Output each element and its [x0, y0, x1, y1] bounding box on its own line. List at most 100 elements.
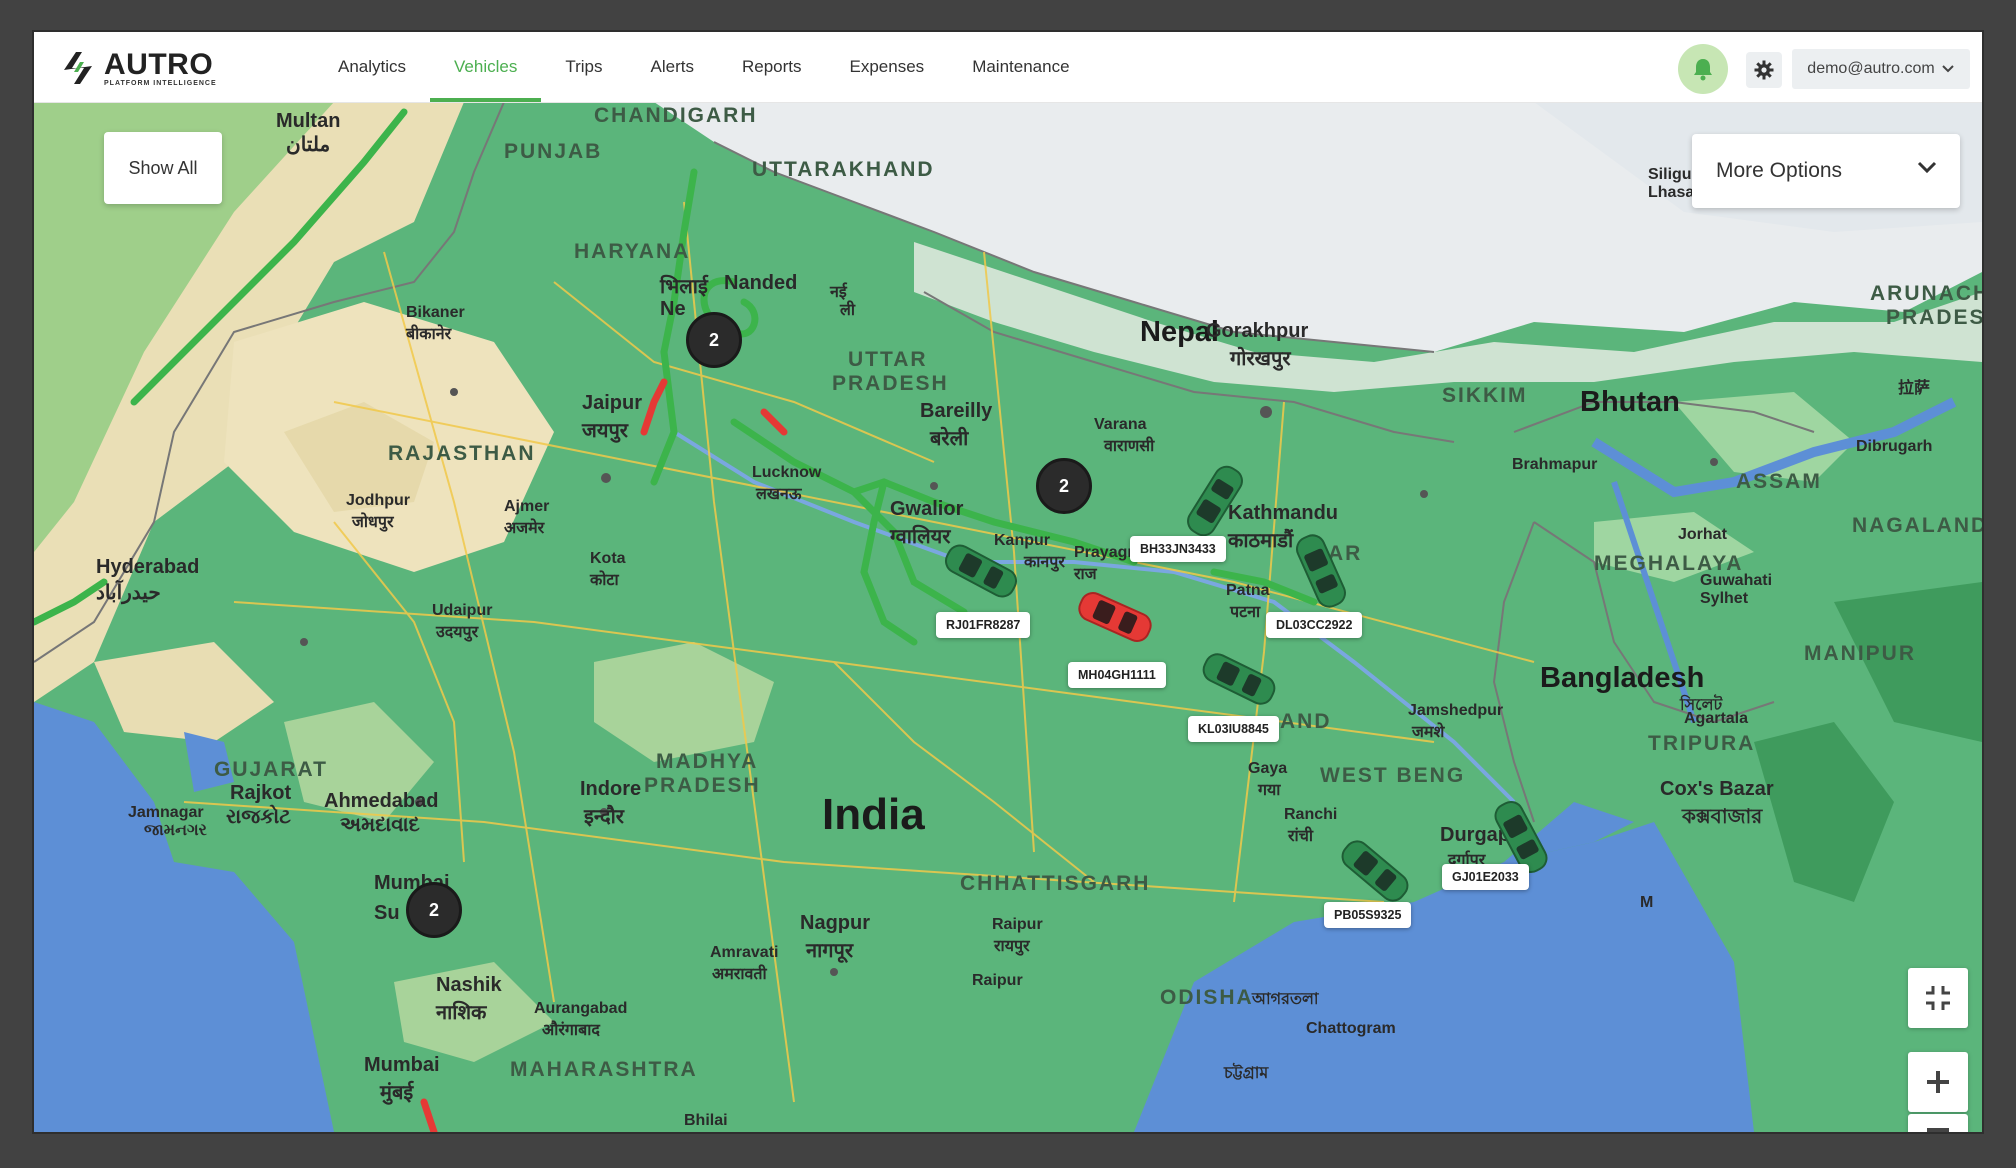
map-label: कोटा	[590, 572, 619, 589]
map-label: અમદાવાદ	[340, 814, 420, 836]
map-label: CHANDIGARH	[594, 104, 758, 127]
main-nav: Analytics Vehicles Trips Alerts Reports …	[314, 32, 1094, 102]
chevron-down-icon	[1917, 161, 1937, 174]
vehicle-plate-label[interactable]: RJ01FR8287	[936, 612, 1031, 638]
map-label: ASSAM	[1736, 470, 1822, 493]
map-label: GUJARAT	[214, 758, 328, 781]
map-label: চট্টগ্রাম	[1224, 1065, 1269, 1082]
map-label: Nashik	[436, 974, 502, 996]
map-label: TRIPURA	[1648, 732, 1756, 755]
map-label: राज	[1074, 566, 1097, 583]
map-label: Agartala	[1684, 710, 1749, 727]
show-all-button[interactable]: Show All	[104, 132, 222, 204]
map-label: જામનગર	[144, 822, 207, 839]
map-label: पटना	[1230, 604, 1261, 621]
app-window: AUTRO PLATFORM INTELLIGENCE Analytics Ve…	[34, 32, 1982, 1132]
map-label: रायपुर	[994, 938, 1030, 955]
vehicle-plate-label[interactable]: GJ01E2033	[1442, 864, 1529, 890]
map-label: Gorakhpur	[1206, 320, 1309, 342]
map-label: Indore	[580, 778, 642, 800]
brand-name: AUTRO	[104, 47, 214, 81]
nav-reports[interactable]: Reports	[718, 32, 826, 102]
map-label: AND	[1280, 710, 1332, 733]
map-label: Raipur	[972, 972, 1023, 989]
vehicle-plate-label[interactable]: PB05S9325	[1324, 902, 1412, 928]
map-label: जोधपुर	[352, 514, 394, 531]
map-label: Jorhat	[1678, 526, 1727, 543]
map-label: રાજકોટ	[226, 806, 291, 828]
map-label: حیدرآباد	[96, 582, 161, 604]
map-label: RAJASTHAN	[388, 442, 536, 465]
map-label: UTTAR	[848, 348, 928, 371]
map-label: কক্সবাজার	[1682, 806, 1763, 828]
vehicle-plate-label[interactable]: KL03IU8845	[1188, 716, 1279, 742]
vehicle-map[interactable]: Multan ملتان PUNJAB CHANDIGARH UTTARAKHA…	[34, 102, 1982, 1132]
vehicle-plate-label[interactable]: DL03CC2922	[1266, 612, 1363, 638]
fullscreen-button[interactable]	[1908, 968, 1968, 1028]
map-label-country: India	[822, 790, 925, 839]
vehicle-cluster[interactable]: 2	[406, 882, 462, 938]
brand-logo[interactable]: AUTRO PLATFORM INTELLIGENCE	[60, 48, 217, 88]
map-label: Gaya	[1248, 760, 1288, 777]
map-label: जमशे	[1412, 724, 1445, 741]
settings-button[interactable]	[1746, 52, 1782, 88]
map-label: Lhasa	[1648, 184, 1695, 201]
map-label: Ajmer	[504, 498, 550, 515]
map-label: Dibrugarh	[1856, 438, 1933, 455]
map-label: HARYANA	[574, 240, 691, 263]
map-label: M	[1640, 894, 1654, 911]
map-label: Jodhpur	[346, 492, 410, 509]
map-label: Raipur	[992, 916, 1043, 933]
map-label: 拉萨	[1898, 380, 1931, 397]
map-label: नागपूर	[806, 940, 854, 962]
map-label: Ahmedabad	[324, 790, 439, 812]
map-label: PRADESH	[832, 372, 949, 395]
map-label: Amravati	[710, 944, 779, 961]
minus-icon	[1927, 1128, 1949, 1132]
map-label: Nanded	[724, 272, 798, 294]
notifications-button[interactable]	[1678, 44, 1728, 94]
bell-icon	[1694, 59, 1712, 81]
zoom-out-button[interactable]	[1908, 1114, 1968, 1132]
map-label: Guwahati	[1700, 572, 1773, 589]
vehicle-plate-label[interactable]: BH33JN3433	[1130, 536, 1226, 562]
nav-alerts[interactable]: Alerts	[627, 32, 718, 102]
map-label: बरेली	[930, 428, 969, 450]
map-label: Jaipur	[582, 392, 643, 414]
map-label: ली	[840, 302, 855, 319]
nav-expenses[interactable]: Expenses	[826, 32, 949, 102]
vehicle-plate-label[interactable]: MH04GH1111	[1068, 662, 1166, 688]
map-label: PRADES	[1886, 306, 1982, 329]
vehicle-cluster[interactable]: 2	[1036, 458, 1092, 514]
map-label-country: Bhutan	[1580, 386, 1680, 418]
more-options-dropdown[interactable]: More Options	[1692, 134, 1960, 208]
nav-vehicles[interactable]: Vehicles	[430, 32, 542, 102]
map-label: ملتان	[286, 134, 331, 156]
map-label: Varana	[1094, 416, 1147, 433]
zoom-in-button[interactable]	[1908, 1052, 1968, 1112]
map-label: लखनऊ	[756, 486, 802, 503]
map-label: আগরতলা	[1252, 991, 1319, 1008]
map-label: Kota	[590, 550, 626, 567]
nav-trips[interactable]: Trips	[541, 32, 626, 102]
user-email: demo@autro.com	[1807, 60, 1935, 77]
map-label: CHHATTISGARH	[960, 872, 1151, 895]
map-label: Bhilai	[684, 1112, 728, 1129]
map-label: जयपुर	[582, 420, 628, 442]
vehicle-cluster[interactable]: 2	[686, 312, 742, 368]
user-menu[interactable]: demo@autro.com	[1792, 49, 1970, 89]
nav-analytics[interactable]: Analytics	[314, 32, 430, 102]
map-label: Su	[374, 902, 400, 924]
map-label-country: Bangladesh	[1540, 662, 1705, 694]
top-navbar: AUTRO PLATFORM INTELLIGENCE Analytics Ve…	[34, 32, 1982, 103]
nav-maintenance[interactable]: Maintenance	[948, 32, 1093, 102]
map-label: Kathmandu	[1228, 502, 1338, 524]
chevron-down-icon	[1941, 65, 1954, 73]
map-label: रांची	[1288, 828, 1313, 845]
map-label: Brahmapur	[1512, 456, 1598, 473]
map-label: Kanpur	[994, 532, 1050, 549]
map-label: Patna	[1226, 582, 1270, 599]
plus-icon	[1927, 1071, 1949, 1093]
more-options-label: More Options	[1716, 159, 1843, 182]
map-label: Ranchi	[1284, 806, 1338, 823]
